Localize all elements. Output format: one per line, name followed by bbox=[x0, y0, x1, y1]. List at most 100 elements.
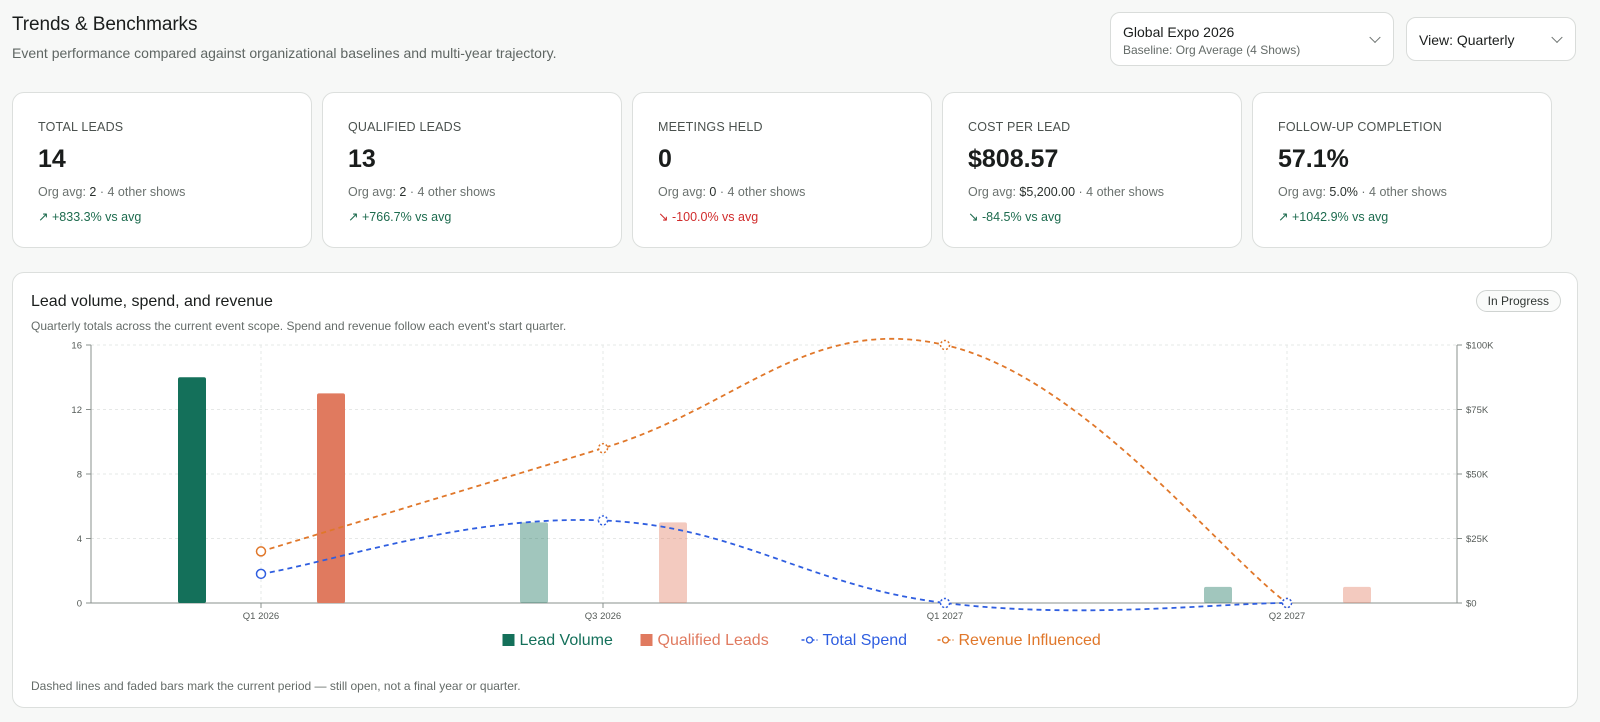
line-point bbox=[255, 568, 267, 580]
line-point bbox=[597, 442, 609, 454]
bar-lead-volume bbox=[520, 522, 548, 603]
chart-svg: 0 4 8 12 16 $0 $25K $50K $75K $100K Q1 2026 Q3 2026… bbox=[71, 337, 1494, 649]
line-point bbox=[939, 597, 951, 609]
y-tick-label: 4 bbox=[77, 534, 82, 545]
kpi-avg-prefix: Org avg: bbox=[658, 185, 706, 199]
arrow-down-right-icon: ↘ bbox=[658, 210, 669, 224]
chevron-down-icon bbox=[1369, 31, 1381, 44]
kpi-avg-suffix: · 4 other shows bbox=[1078, 185, 1164, 199]
x-tick-label: Q2 2027 bbox=[1269, 611, 1305, 622]
kpi-avg-prefix: Org avg: bbox=[348, 185, 396, 199]
line-point bbox=[1281, 597, 1293, 609]
bar-lead-volume bbox=[178, 377, 206, 603]
kpi-value: 0 bbox=[658, 145, 672, 173]
y2-tick-label: $50K bbox=[1466, 470, 1489, 481]
kpi-value: $808.57 bbox=[968, 145, 1059, 173]
legend-label: Qualified Leads bbox=[658, 632, 769, 649]
x-tick-label: Q1 2026 bbox=[243, 611, 279, 622]
status-badge: In Progress bbox=[1475, 290, 1561, 312]
chevron-down-icon bbox=[1551, 31, 1563, 44]
kpi-org-avg: Org avg: 2 · 4 other shows bbox=[38, 185, 185, 199]
y2-tick-label: $100K bbox=[1466, 341, 1494, 352]
legend-label: Total Spend bbox=[823, 632, 908, 649]
line-total-spend bbox=[260, 519, 1288, 612]
legend-label: Lead Volume bbox=[520, 632, 614, 649]
kpi-avg-suffix: · 4 other shows bbox=[99, 185, 186, 199]
kpi-avg-value: 2 bbox=[399, 185, 407, 199]
kpi-delta: ↗ +1042.9% vs avg bbox=[1278, 209, 1388, 224]
kpi-value: 14 bbox=[38, 145, 66, 173]
line-point bbox=[255, 546, 267, 557]
legend-swatch bbox=[502, 634, 515, 646]
bar-qualified-leads bbox=[1343, 586, 1371, 603]
kpi-card: QUALIFIED LEADS 13 Org avg: 2 · 4 other sh… bbox=[322, 92, 622, 248]
kpi-delta-text: -100.0% vs avg bbox=[672, 210, 759, 224]
y-tick-label: 8 bbox=[77, 470, 82, 481]
kpi-avg-value: 0 bbox=[709, 185, 717, 199]
kpi-value: 13 bbox=[348, 145, 376, 173]
kpi-card: COST PER LEAD $808.57 Org avg: $5,200.00 ·… bbox=[942, 92, 1242, 248]
page-title: Trends & Benchmarks bbox=[12, 14, 198, 35]
kpi-avg-prefix: Org avg: bbox=[38, 185, 86, 199]
line-point bbox=[597, 515, 609, 526]
kpi-avg-suffix: · 4 other shows bbox=[1361, 185, 1447, 199]
view-select-value: View: Quarterly bbox=[1419, 32, 1515, 48]
kpi-card: MEETINGS HELD 0 Org avg: 0 · 4 other shows… bbox=[632, 92, 932, 248]
chart-subtitle: Quarterly totals across the current even… bbox=[31, 319, 567, 333]
kpi-org-avg: Org avg: 5.0% · 4 other shows bbox=[1278, 185, 1447, 199]
kpi-avg-suffix: · 4 other shows bbox=[409, 185, 496, 199]
kpi-avg-suffix: · 4 other shows bbox=[719, 185, 806, 199]
kpi-delta: ↗ +766.7% vs avg bbox=[348, 209, 451, 224]
y2-tick-label: $0 bbox=[1466, 599, 1477, 610]
legend-swatch bbox=[640, 634, 653, 646]
kpi-org-avg: Org avg: 0 · 4 other shows bbox=[658, 185, 805, 199]
x-tick-label: Q1 2027 bbox=[927, 611, 963, 622]
legend-marker bbox=[805, 636, 814, 644]
line-revenue-influenced bbox=[260, 337, 1288, 604]
kpi-card: TOTAL LEADS 14 Org avg: 2 · 4 other shows ↗… bbox=[12, 92, 312, 248]
kpi-avg-value: 5.0% bbox=[1329, 185, 1358, 199]
kpi-avg-prefix: Org avg: bbox=[1278, 185, 1326, 199]
kpi-label: QUALIFIED LEADS bbox=[348, 120, 462, 134]
kpi-label: COST PER LEAD bbox=[968, 120, 1071, 134]
kpi-org-avg: Org avg: $5,200.00 · 4 other shows bbox=[968, 185, 1164, 199]
kpi-org-avg: Org avg: 2 · 4 other shows bbox=[348, 185, 495, 199]
page-header: Trends & Benchmarks Event performance co… bbox=[12, 14, 556, 61]
kpi-delta: ↘ -84.5% vs avg bbox=[968, 209, 1061, 224]
arrow-up-right-icon: ↗ bbox=[38, 210, 49, 224]
x-tick-label: Q3 2026 bbox=[585, 611, 621, 622]
view-select[interactable]: View: Quarterly bbox=[1406, 17, 1576, 61]
kpi-delta: ↗ +833.3% vs avg bbox=[38, 209, 141, 224]
y2-tick-label: $75K bbox=[1466, 405, 1489, 416]
arrow-down-right-icon: ↘ bbox=[968, 210, 979, 224]
page-subtitle: Event performance compared against organ… bbox=[12, 45, 557, 61]
kpi-value: 57.1% bbox=[1278, 145, 1349, 173]
y-tick-label: 0 bbox=[77, 599, 82, 610]
legend-label: Revenue Influenced bbox=[959, 632, 1101, 649]
kpi-label: FOLLOW-UP COMPLETION bbox=[1278, 120, 1442, 134]
arrow-up-right-icon: ↗ bbox=[348, 210, 359, 224]
kpi-avg-value: $5,200.00 bbox=[1019, 185, 1076, 199]
y2-tick-label: $25K bbox=[1466, 534, 1489, 545]
kpi-card: FOLLOW-UP COMPLETION 57.1% Org avg: 5.0% ·… bbox=[1252, 92, 1552, 248]
kpi-delta: ↘ -100.0% vs avg bbox=[658, 209, 758, 224]
kpi-delta-text: +1042.9% vs avg bbox=[1292, 210, 1389, 224]
event-select-value: Global Expo 2026 bbox=[1123, 24, 1235, 40]
bar-qualified-leads bbox=[659, 522, 687, 603]
kpi-avg-prefix: Org avg: bbox=[968, 185, 1016, 199]
arrow-up-right-icon: ↗ bbox=[1278, 210, 1289, 224]
event-select-baseline: Baseline: Org Average (4 Shows) bbox=[1123, 43, 1301, 57]
chart-title: Lead volume, spend, and revenue bbox=[31, 293, 273, 310]
chart-footnote: Dashed lines and faded bars mark the cur… bbox=[31, 679, 521, 693]
kpi-label: TOTAL LEADS bbox=[38, 120, 124, 134]
event-select[interactable]: Global Expo 2026 Baseline: Org Average (… bbox=[1110, 12, 1394, 66]
bar-lead-volume bbox=[1204, 586, 1232, 603]
kpi-avg-value: 2 bbox=[89, 185, 97, 199]
chart-card: 0 4 8 12 16 $0 $25K $50K $75K $100K Q1 2026 Q3 2026… bbox=[12, 272, 1578, 708]
bar-qualified-leads bbox=[317, 393, 345, 603]
kpi-delta-text: +766.7% vs avg bbox=[362, 210, 452, 224]
line-point bbox=[939, 339, 951, 351]
legend-marker bbox=[941, 636, 950, 644]
y-tick-label: 16 bbox=[71, 341, 82, 352]
y-tick-label: 12 bbox=[71, 405, 82, 416]
